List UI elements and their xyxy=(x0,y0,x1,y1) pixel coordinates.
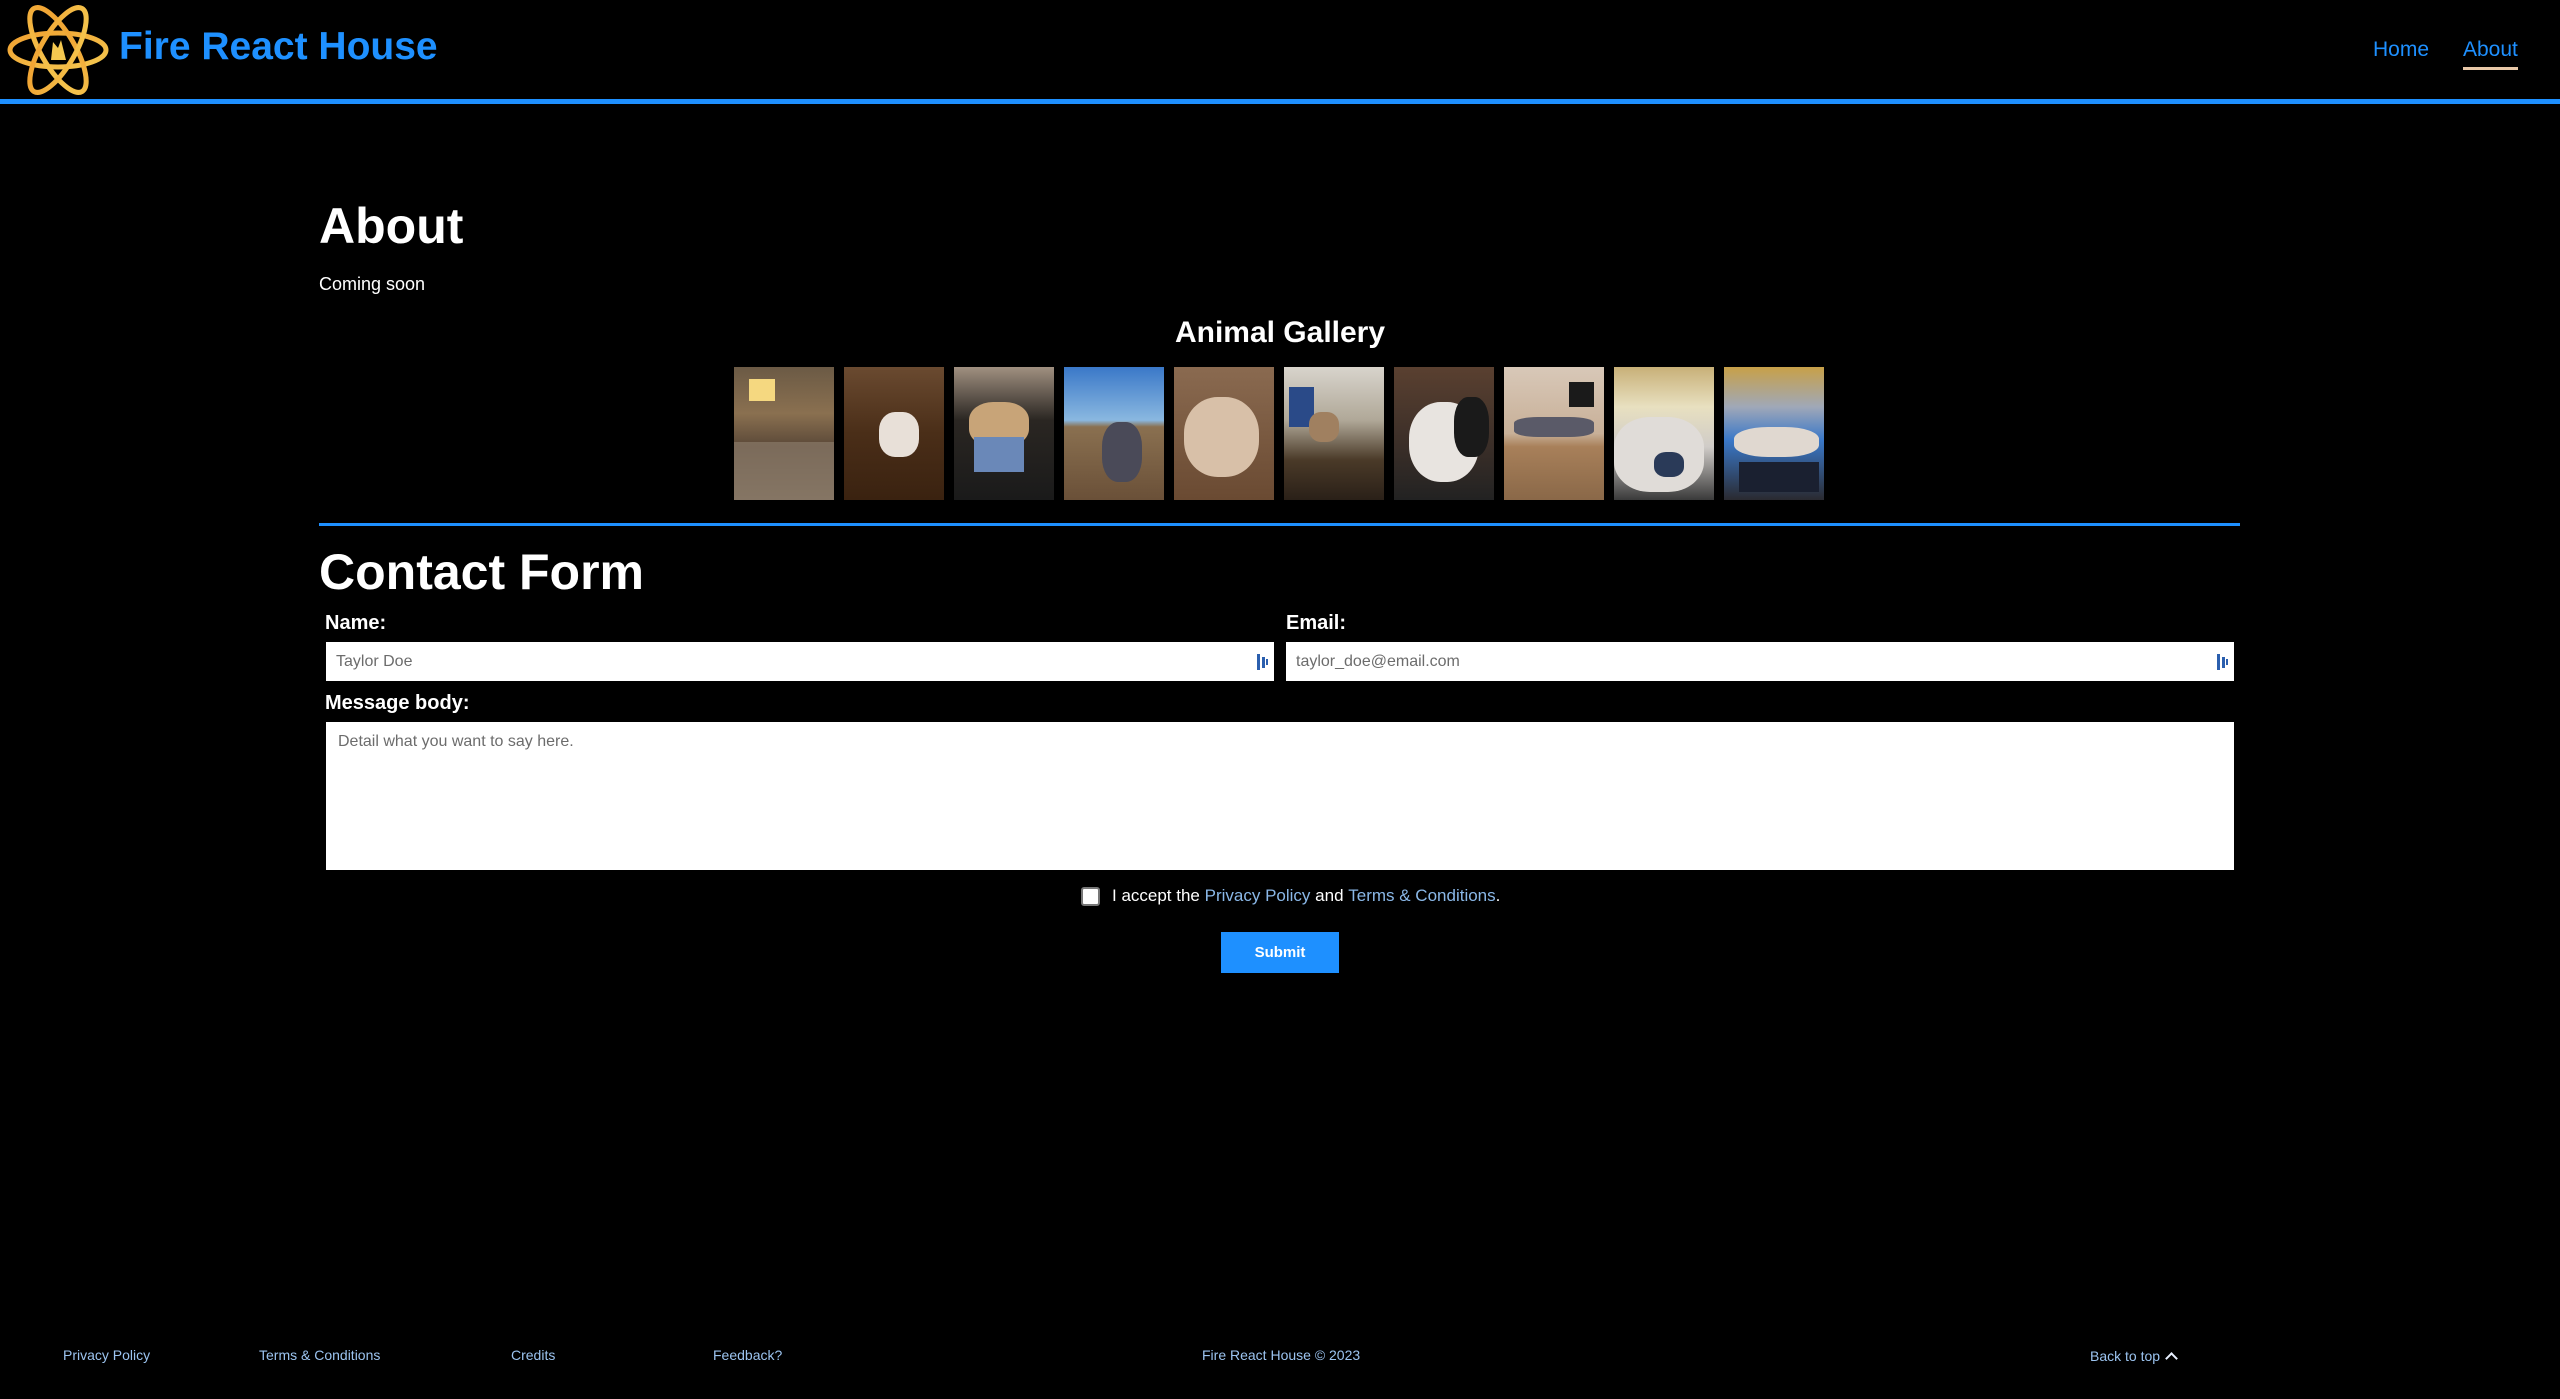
name-label: Name: xyxy=(325,612,387,634)
gallery-photo[interactable] xyxy=(1064,367,1164,500)
accept-terms-row: I accept the Privacy Policy and Terms & … xyxy=(1081,886,1500,906)
gallery-title: Animal Gallery xyxy=(1174,316,1386,349)
site-brand[interactable]: Fire React House xyxy=(119,25,438,69)
gallery-photo[interactable] xyxy=(1284,367,1384,500)
section-divider xyxy=(319,523,2240,526)
gallery-photo[interactable] xyxy=(954,367,1054,500)
gallery-photo[interactable] xyxy=(1724,367,1824,500)
nav-about-label: About xyxy=(2463,38,2518,61)
site-header: Fire React House Home About xyxy=(0,0,2560,104)
accept-checkbox[interactable] xyxy=(1081,886,1100,906)
nav-about[interactable]: About xyxy=(2463,38,2518,70)
gallery-photo[interactable] xyxy=(1174,367,1274,500)
email-label: Email: xyxy=(1286,612,1347,634)
gallery-photo[interactable] xyxy=(844,367,944,500)
email-field[interactable] xyxy=(1286,642,2234,681)
name-field[interactable] xyxy=(326,642,1274,681)
privacy-policy-link[interactable]: Privacy Policy xyxy=(1205,886,1311,906)
message-label: Message body: xyxy=(325,692,470,714)
logo-icon[interactable] xyxy=(6,2,110,98)
footer-terms-link[interactable]: Terms & Conditions xyxy=(259,1347,380,1363)
gallery-photo[interactable] xyxy=(1504,367,1604,500)
message-field-wrapper xyxy=(326,722,2234,870)
about-body: Coming soon xyxy=(319,274,426,294)
accept-prefix: I accept the xyxy=(1112,886,1205,905)
terms-conditions-link[interactable]: Terms & Conditions xyxy=(1348,886,1495,906)
active-nav-underline xyxy=(2463,67,2518,70)
password-manager-icon[interactable] xyxy=(1257,654,1269,670)
submit-button[interactable]: Submit xyxy=(1221,932,1339,973)
accept-suffix: . xyxy=(1495,886,1501,905)
name-field-wrapper xyxy=(326,642,1274,681)
gallery-photo[interactable] xyxy=(1394,367,1494,500)
contact-form-title: Contact Form xyxy=(319,544,644,600)
back-to-top-label: Back to top xyxy=(2090,1348,2161,1364)
email-field-wrapper xyxy=(1286,642,2234,681)
footer-feedback-link[interactable]: Feedback? xyxy=(713,1347,782,1363)
nav-home[interactable]: Home xyxy=(2373,38,2429,62)
message-field[interactable] xyxy=(326,722,2234,870)
footer-credits-link[interactable]: Credits xyxy=(511,1347,555,1363)
accept-and: and xyxy=(1310,886,1349,905)
footer-copyright: Fire React House © 2023 xyxy=(1202,1347,1361,1363)
back-to-top-link[interactable]: Back to top xyxy=(2090,1348,2178,1365)
chevron-up-icon xyxy=(2165,1351,2178,1365)
gallery-photo[interactable] xyxy=(734,367,834,500)
password-manager-icon[interactable] xyxy=(2217,654,2229,670)
gallery-photo[interactable] xyxy=(1614,367,1714,500)
animal-gallery xyxy=(734,367,1824,500)
footer-privacy-link[interactable]: Privacy Policy xyxy=(63,1347,150,1363)
page-title: About xyxy=(319,198,464,254)
nav-home-label: Home xyxy=(2373,38,2430,61)
